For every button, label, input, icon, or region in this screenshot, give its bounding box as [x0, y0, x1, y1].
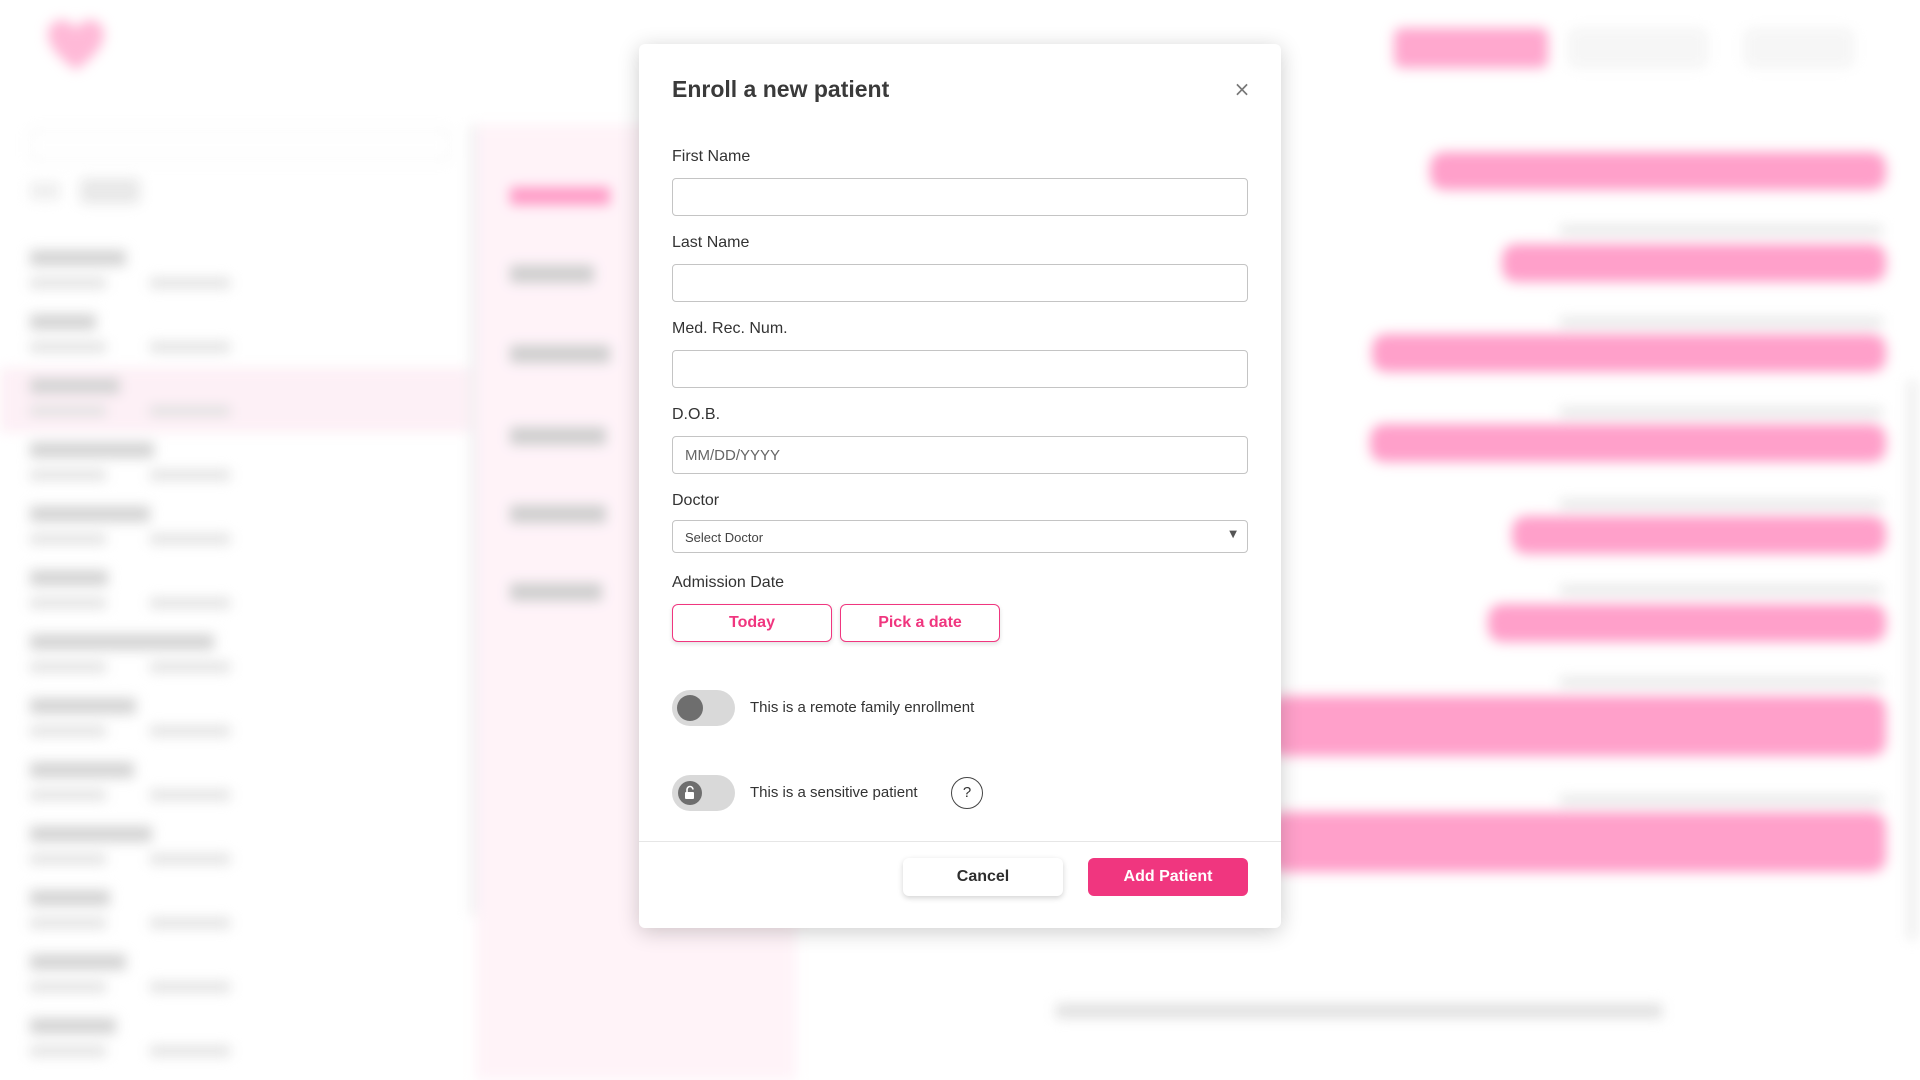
toggle-knob [677, 695, 703, 721]
last-name-label: Last Name [672, 234, 750, 251]
unlock-icon [685, 785, 694, 799]
enroll-patient-modal: Enroll a new patient × First Name Last N… [639, 44, 1281, 928]
admission-date-label: Admission Date [672, 574, 785, 591]
doctor-select-value: Select Doctor [685, 530, 764, 545]
toggle-knob [678, 781, 702, 805]
pick-date-button[interactable]: Pick a date [840, 604, 1000, 642]
modal-title: Enroll a new patient [672, 76, 890, 102]
med-rec-num-input[interactable] [672, 350, 1248, 388]
sensitive-patient-label: This is a sensitive patient [750, 784, 918, 801]
dob-label: D.O.B. [672, 406, 721, 423]
doctor-label: Doctor [672, 492, 720, 509]
today-button[interactable]: Today [672, 604, 832, 642]
dob-input[interactable] [672, 436, 1248, 474]
add-patient-button[interactable]: Add Patient [1088, 858, 1248, 896]
close-icon[interactable]: × [1229, 76, 1255, 102]
last-name-input[interactable] [672, 264, 1248, 302]
remote-enrollment-label: This is a remote family enrollment [750, 699, 975, 716]
help-icon[interactable]: ? [951, 777, 983, 809]
chevron-down-icon: ▼ [1229, 529, 1237, 540]
doctor-select[interactable]: Select Doctor ▼ [672, 520, 1248, 553]
modal-divider [639, 841, 1281, 842]
cancel-button[interactable]: Cancel [903, 858, 1063, 896]
remote-enrollment-toggle[interactable] [672, 690, 735, 726]
first-name-label: First Name [672, 148, 751, 165]
first-name-input[interactable] [672, 178, 1248, 216]
med-rec-num-label: Med. Rec. Num. [672, 320, 788, 337]
sensitive-patient-toggle[interactable] [672, 775, 735, 811]
